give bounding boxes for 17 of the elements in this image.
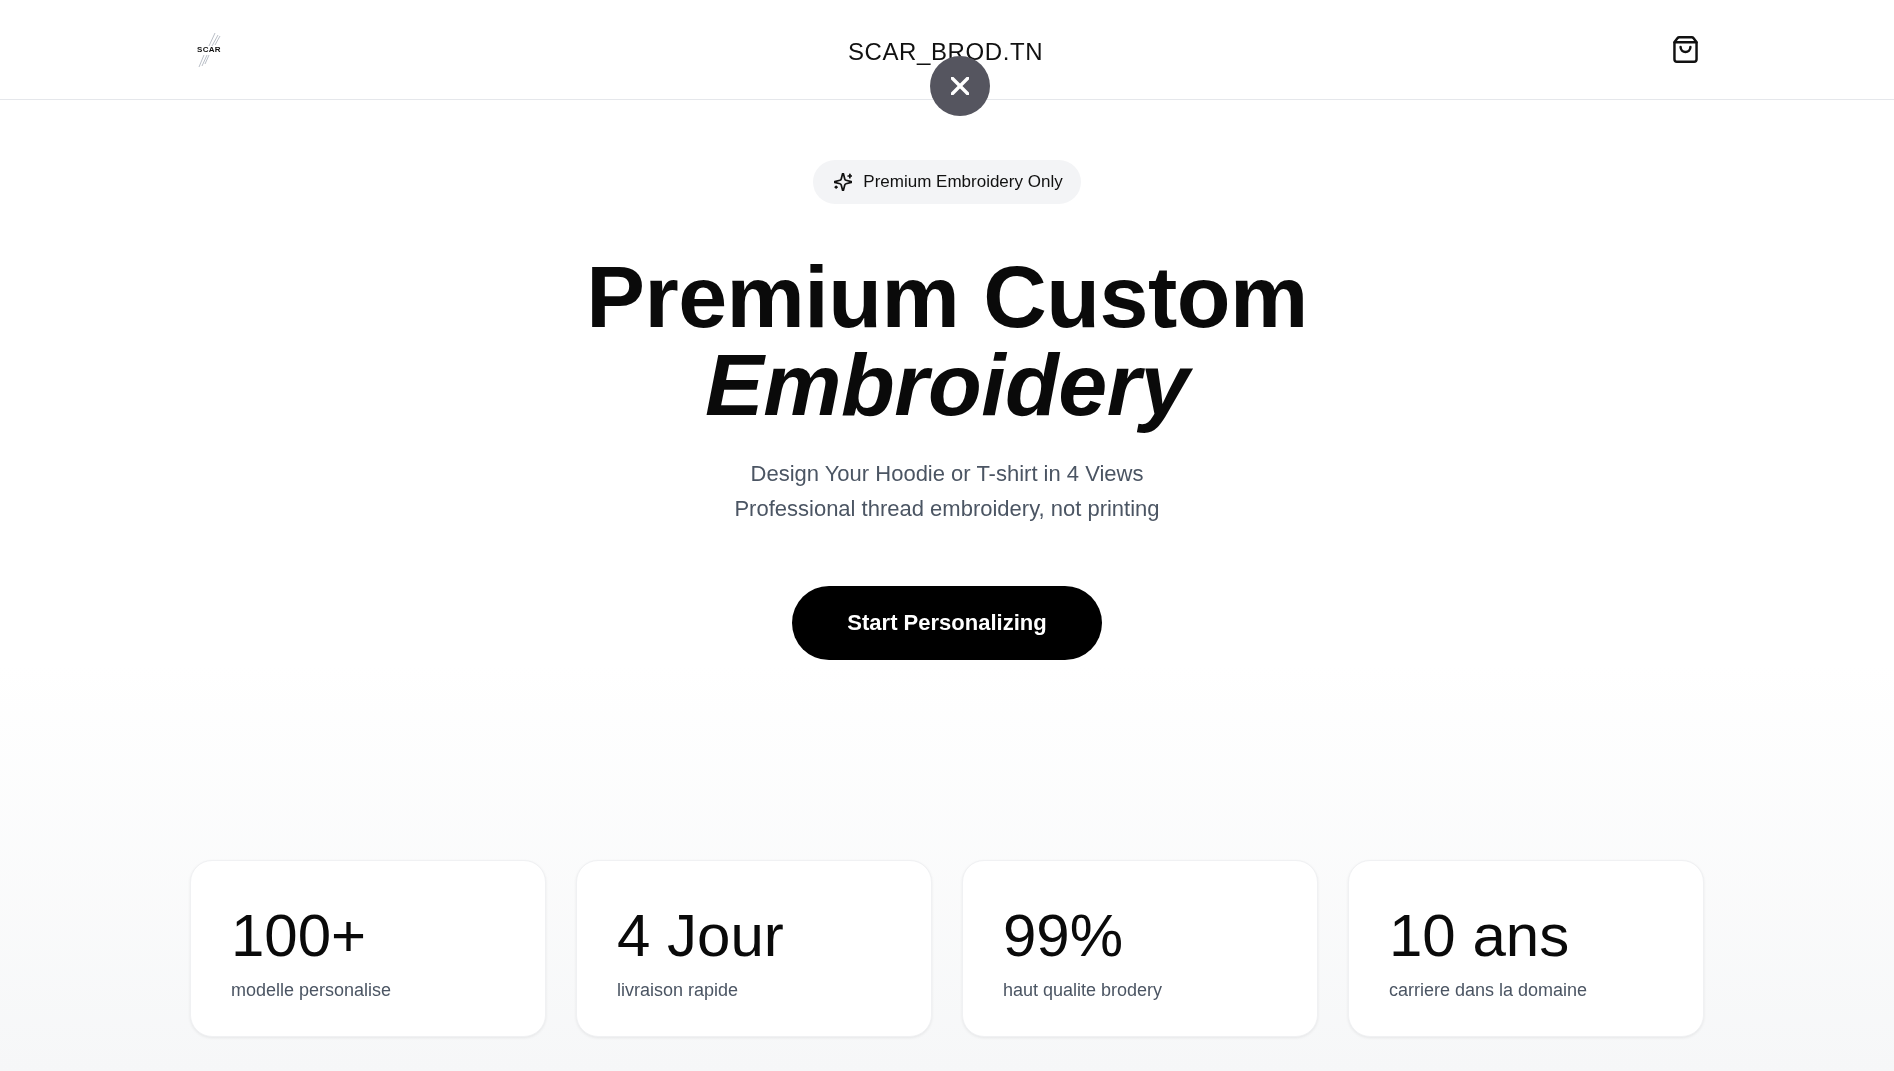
stat-label: carriere dans la domaine bbox=[1389, 979, 1588, 1002]
close-icon bbox=[951, 77, 969, 95]
stat-value: 100+ bbox=[231, 903, 367, 969]
site-title: SCAR_BROD.TN bbox=[847, 37, 1044, 66]
hero-subtitle: Design Your Hoodie or T-shirt in 4 Views bbox=[750, 460, 1144, 488]
stat-value: 99% bbox=[1003, 903, 1124, 969]
brand-logo: SCAR bbox=[193, 30, 225, 69]
sparkles-icon bbox=[834, 173, 853, 191]
stat-label: haut qualite brodery bbox=[1003, 979, 1163, 1002]
badge-text: Premium Embroidery Only bbox=[863, 172, 1063, 192]
stat-value: 10 ans bbox=[1389, 903, 1570, 969]
shopping-bag-icon[interactable] bbox=[1673, 36, 1698, 63]
stat-value: 4 Jour bbox=[617, 903, 784, 969]
stat-label: modelle personalise bbox=[231, 979, 392, 1002]
hero-subtitle: Professional thread embroidery, not printing bbox=[734, 495, 1160, 523]
cta-button[interactable]: Start Personalizing bbox=[792, 586, 1102, 660]
stat-label: livraison rapide bbox=[617, 979, 739, 1002]
